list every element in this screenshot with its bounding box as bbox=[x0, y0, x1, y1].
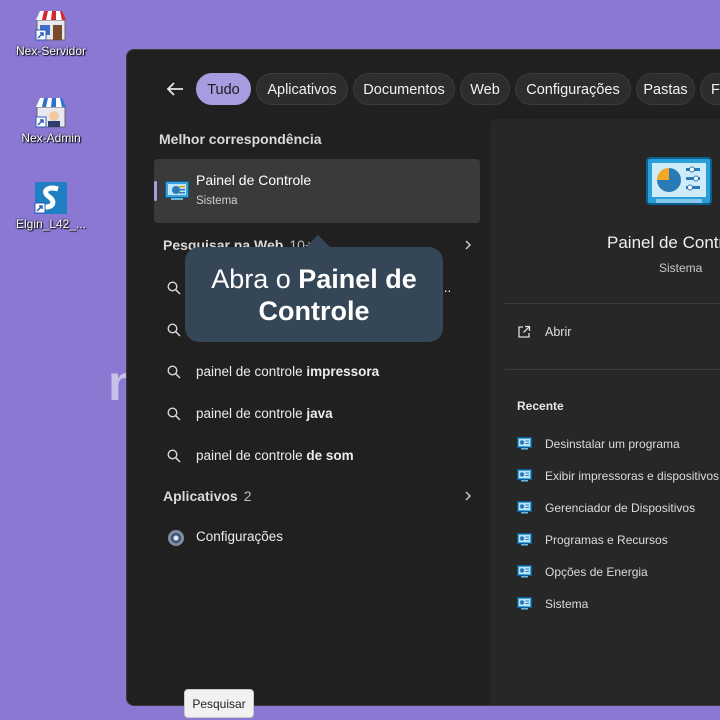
recent-item-label: Gerenciador de Dispositivos bbox=[545, 501, 696, 515]
preview-pane: Painel de Controle Sistema Abrir Recente… bbox=[490, 119, 720, 705]
search-panel: Tudo Aplicativos Documentos Web Configur… bbox=[126, 49, 720, 706]
tab-pastas[interactable]: Pastas bbox=[636, 73, 695, 105]
nex-store-admin-icon bbox=[34, 95, 68, 129]
search-tooltip: Pesquisar bbox=[184, 689, 254, 718]
desktop-icon-label: Nex-Admin bbox=[21, 131, 81, 145]
elgin-s-icon bbox=[34, 181, 68, 215]
recent-item-label: Exibir impressoras e dispositivos bbox=[545, 469, 720, 483]
chevron-right-icon[interactable] bbox=[463, 240, 473, 250]
control-panel-icon bbox=[165, 181, 189, 200]
chevron-right-icon[interactable] bbox=[463, 491, 473, 501]
divider bbox=[505, 369, 720, 370]
recent-item-label: Desinstalar um programa bbox=[545, 437, 680, 451]
apps-heading: Aplicativos 2 bbox=[163, 488, 252, 504]
web-result-text: painel de controle impressora bbox=[196, 364, 379, 379]
open-label: Abrir bbox=[545, 325, 572, 339]
control-panel-small-icon bbox=[517, 437, 532, 450]
control-panel-small-icon bbox=[517, 565, 532, 578]
control-panel-small-icon bbox=[517, 469, 532, 482]
control-panel-small-icon bbox=[517, 533, 532, 546]
app-result-label: Configurações bbox=[196, 529, 284, 544]
web-result-emphasis: de som bbox=[306, 448, 354, 463]
search-icon bbox=[167, 449, 181, 463]
web-result-prefix: painel de controle bbox=[196, 364, 307, 379]
desktop-icon-nex-servidor[interactable]: Nex-Servidor bbox=[9, 8, 93, 58]
web-result-item[interactable]: painel de controle de som bbox=[167, 445, 467, 469]
control-panel-small-icon bbox=[517, 501, 532, 514]
best-match-heading: Melhor correspondência bbox=[159, 131, 322, 147]
search-icon bbox=[167, 365, 181, 379]
selection-indicator bbox=[154, 181, 157, 201]
search-icon bbox=[167, 323, 181, 337]
best-match-title: Painel de Controle bbox=[196, 172, 312, 188]
desktop-icon-elgin[interactable]: Elgin_L42_... bbox=[9, 181, 93, 231]
web-result-emphasis: impressora bbox=[306, 364, 380, 379]
preview-title: Painel de Controle bbox=[607, 233, 720, 252]
web-result-emphasis: java bbox=[306, 406, 333, 421]
callout-prefix: Abra o bbox=[211, 264, 299, 294]
tab-documentos[interactable]: Documentos bbox=[353, 73, 455, 105]
back-arrow-icon[interactable] bbox=[163, 77, 187, 101]
desktop-icon-label: Nex-Servidor bbox=[15, 44, 87, 58]
recent-item-label: Opções de Energia bbox=[545, 565, 648, 579]
web-result-item[interactable]: painel de controle impressora bbox=[167, 361, 467, 385]
control-panel-large-icon bbox=[646, 157, 712, 205]
apps-heading-label: Aplicativos bbox=[163, 488, 238, 504]
preview-subtitle: Sistema bbox=[659, 261, 703, 275]
instruction-callout: Abra o Painel de Controle bbox=[185, 235, 443, 342]
recent-item-label: Programas e Recursos bbox=[545, 533, 668, 547]
tab-aplicativos[interactable]: Aplicativos bbox=[256, 73, 348, 105]
search-icon bbox=[167, 281, 181, 295]
open-external-icon bbox=[518, 325, 531, 338]
recent-heading: Recente bbox=[517, 399, 564, 413]
web-result-prefix: painel de controle bbox=[196, 448, 307, 463]
tab-web[interactable]: Web bbox=[460, 73, 510, 105]
tab-configuracoes[interactable]: Configurações bbox=[515, 73, 631, 105]
tab-more[interactable]: F bbox=[700, 73, 720, 105]
recent-item-label: Sistema bbox=[545, 597, 589, 611]
web-result-text: painel de controle de som bbox=[196, 448, 354, 463]
web-result-prefix: painel de controle bbox=[196, 406, 307, 421]
best-match-subtitle: Sistema bbox=[196, 195, 238, 207]
nex-store-icon bbox=[34, 8, 68, 42]
tab-tudo[interactable]: Tudo bbox=[196, 73, 251, 105]
web-result-text: painel de controle java bbox=[196, 406, 333, 421]
desktop-icon-nex-admin[interactable]: Nex-Admin bbox=[9, 95, 93, 145]
gear-icon bbox=[168, 530, 184, 546]
search-icon bbox=[167, 407, 181, 421]
web-result-item[interactable]: painel de controle java bbox=[167, 403, 467, 427]
app-result-configuracoes[interactable]: Configurações bbox=[167, 526, 467, 550]
apps-count: 2 bbox=[243, 488, 252, 504]
best-match-item[interactable]: Painel de Controle Sistema bbox=[154, 159, 480, 223]
desktop-icon-label: Elgin_L42_... bbox=[15, 217, 87, 231]
divider bbox=[505, 303, 720, 304]
control-panel-small-icon bbox=[517, 597, 532, 610]
